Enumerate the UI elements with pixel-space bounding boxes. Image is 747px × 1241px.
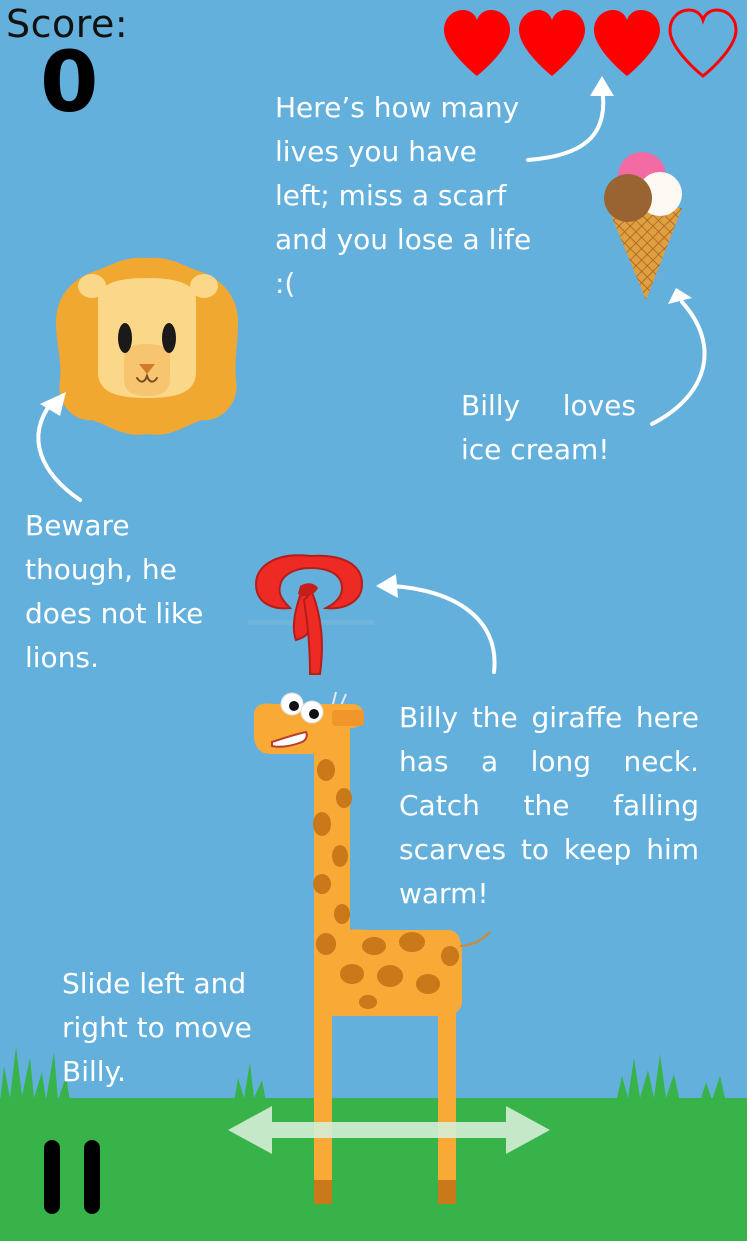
tip-lives: Here’s how many lives you have left; mis… (275, 91, 532, 300)
score-value: 0 (40, 33, 99, 131)
arrow-to-scarf (376, 574, 497, 674)
tip-lion: Beware though, he does not like lions. (25, 509, 204, 674)
heart-full-icon (594, 10, 660, 76)
arrow-to-lion (36, 392, 82, 502)
heart-full-icon (519, 10, 585, 76)
tip-ice-cream: Billy loves ice cream! (461, 389, 636, 466)
pause-icon[interactable] (44, 1140, 104, 1214)
ice-cream-icon[interactable] (602, 152, 688, 302)
heart-empty-icon (668, 8, 738, 78)
heart-full-icon (444, 10, 510, 76)
arrow-to-ice-cream (650, 288, 707, 426)
move-arrow (228, 1106, 550, 1154)
tip-move: Slide left and right to move Billy. (62, 967, 252, 1088)
scarf[interactable] (248, 544, 374, 680)
